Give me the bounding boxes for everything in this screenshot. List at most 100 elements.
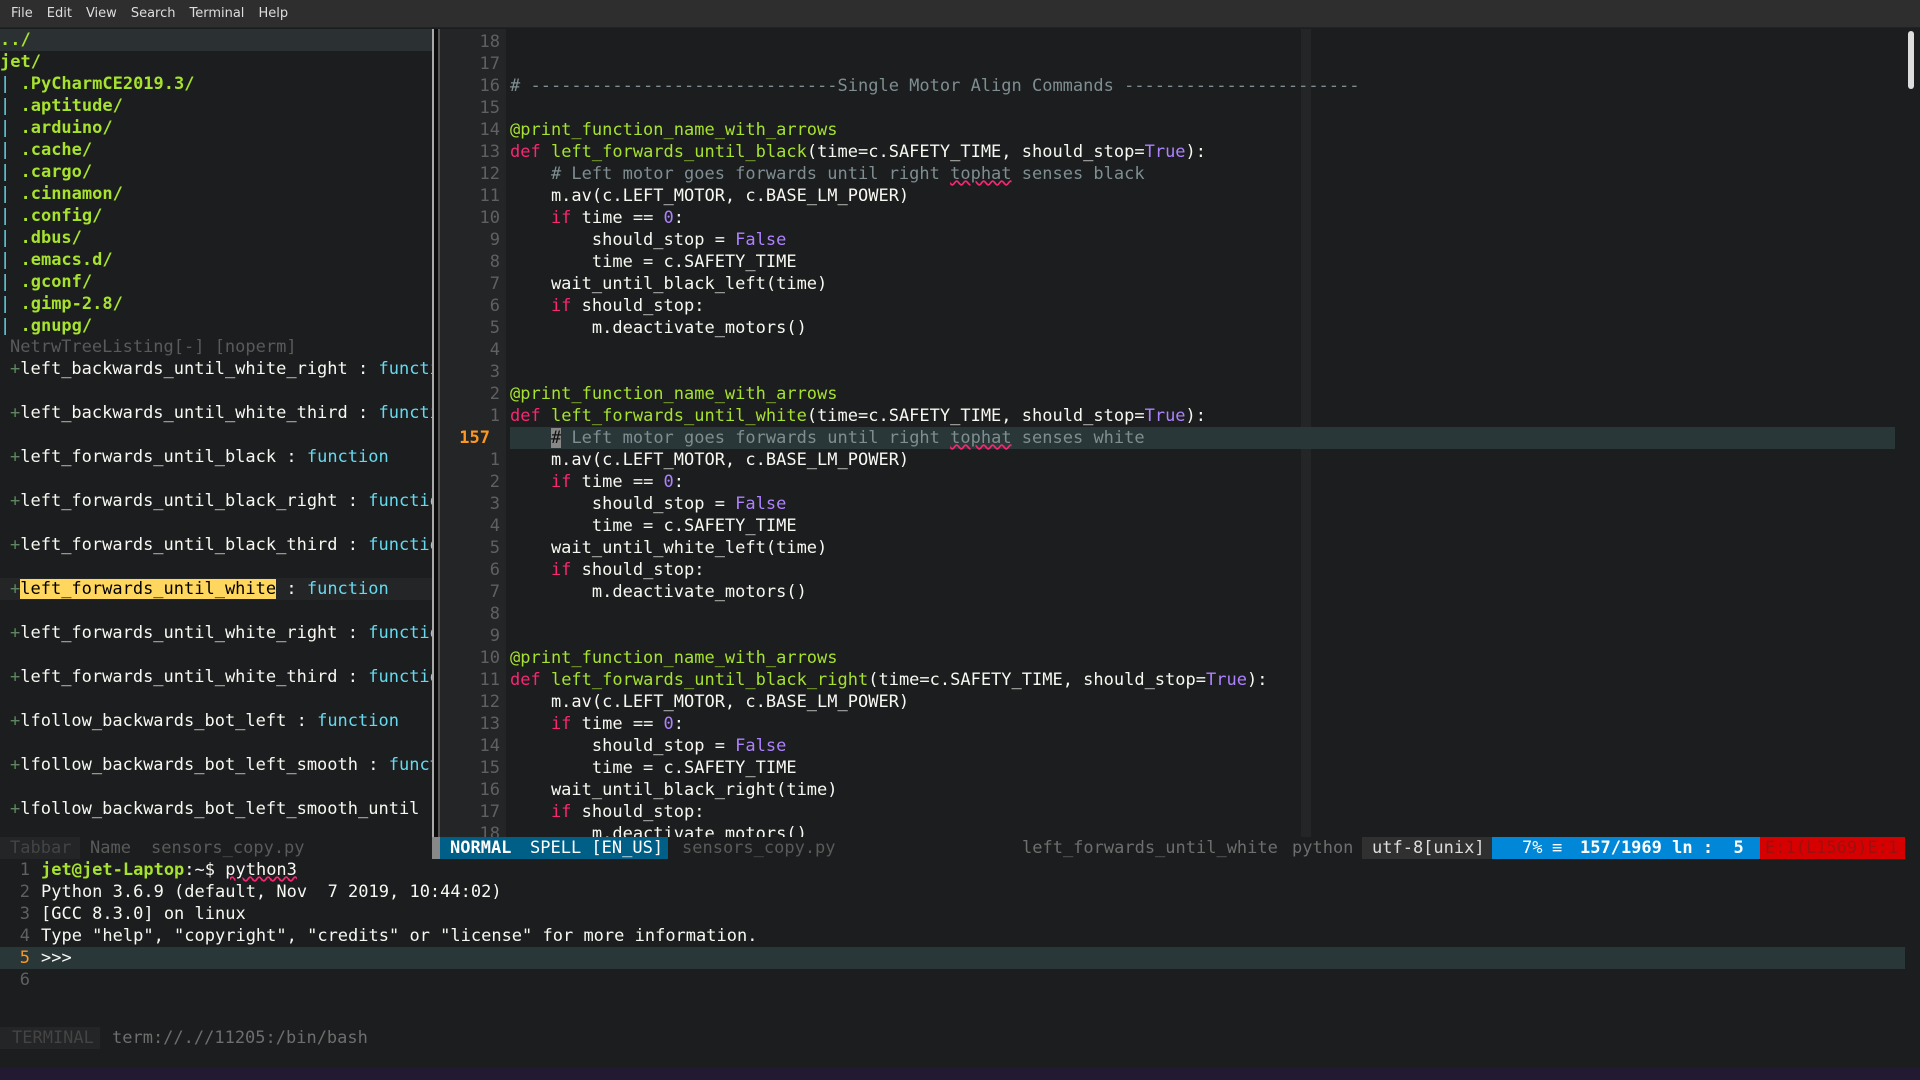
code-token: # ------------------------------Single M… [510,76,1360,96]
line-number: 16 [479,76,500,96]
menu-view[interactable]: View [79,6,124,21]
editor-scrollbar-thumb[interactable] [1908,31,1914,89]
code-line[interactable]: should_stop = False [510,493,1895,515]
menu-terminal[interactable]: Terminal [182,6,251,21]
line-number: 14 [479,736,500,756]
tree-item[interactable]: | .gnupg/ [0,315,432,337]
tree-item[interactable]: | .cargo/ [0,161,432,183]
code-line[interactable] [510,31,1895,53]
tagbar-item[interactable]: +lfollow_backwards_bot_left_smooth_until… [0,798,432,820]
code-line[interactable]: if time == 0: [510,207,1895,229]
error-indicator[interactable]: E:1(L1569)E:1 [1760,837,1905,859]
tagbar-item[interactable]: +left_forwards_until_white : function [0,578,432,600]
tagbar-item[interactable]: +left_forwards_until_white_right : funct… [0,622,432,644]
tagbar-item[interactable]: +left_forwards_until_white_third : funct… [0,666,432,688]
tree-item[interactable]: | .arduino/ [0,117,432,139]
tree-item-label: .cache/ [20,140,93,160]
code-line[interactable] [510,339,1895,361]
tag-expand-icon: + [10,579,21,599]
code-line[interactable]: m.av(c.LEFT_MOTOR, c.BASE_LM_POWER) [510,691,1895,713]
tree-item-label: .aptitude/ [20,96,123,116]
tree-item[interactable]: | .cache/ [0,139,432,161]
code-line[interactable]: if time == 0: [510,713,1895,735]
scroll-percent: 7% [1522,838,1543,858]
code-line[interactable]: m.deactivate_motors() [510,317,1895,339]
tree-item[interactable]: | .gimp-2.8/ [0,293,432,315]
code-line[interactable]: def left_forwards_until_black(time=c.SAF… [510,141,1895,163]
code-line[interactable]: if should_stop: [510,801,1895,823]
tagbar-label: Tabbar [0,837,80,859]
line-number: 7 [489,582,500,602]
menu-file[interactable]: File [4,6,40,21]
vertical-split-divider[interactable] [432,29,440,837]
code-line[interactable]: m.av(c.LEFT_MOTOR, c.BASE_LM_POWER) [510,185,1895,207]
tagbar-item[interactable]: +left_backwards_until_white_third : func… [0,402,432,424]
tree-item[interactable]: | .cinnamon/ [0,183,432,205]
code-line[interactable]: # Left motor goes forwards until right t… [510,163,1895,185]
tree-item[interactable]: | .aptitude/ [0,95,432,117]
code-line[interactable]: def left_forwards_until_white(time=c.SAF… [510,405,1895,427]
tagbar-item[interactable]: +left_forwards_until_black_right : funct… [0,490,432,512]
code-line[interactable]: m.deactivate_motors() [510,581,1895,603]
line-number: 157 [459,428,490,448]
code-line[interactable] [510,625,1895,647]
code-line[interactable]: m.deactivate_motors() [510,823,1895,837]
code-line[interactable] [510,603,1895,625]
code-token: time == [571,208,664,228]
code-line[interactable]: @print_function_name_with_arrows [510,383,1895,405]
terminal-line-number: 1 [19,860,30,880]
tag-separator: : [276,447,307,467]
code-line[interactable]: wait_until_black_right(time) [510,779,1895,801]
code-editor[interactable]: 18 17 16 # ------------------------------Si… [440,29,1905,837]
code-line[interactable]: # ------------------------------Single M… [510,75,1895,97]
menu-search[interactable]: Search [124,6,183,21]
hamburger-icon: ≡ [1552,838,1563,858]
tagbar-item[interactable]: +left_backwards_until_white_right : func… [0,358,432,380]
menu-edit[interactable]: Edit [40,6,79,21]
code-token: wait_until_white_left(time) [510,538,828,558]
code-line[interactable]: # Left motor goes forwards until right t… [510,427,1895,449]
terminal-current-line [0,947,1905,969]
tree-item[interactable]: | .config/ [0,205,432,227]
code-line[interactable]: if time == 0: [510,471,1895,493]
tagbar-item[interactable]: +lfollow_backwards_bot_left_smooth : fun… [0,754,432,776]
code-line[interactable] [510,361,1895,383]
line-number: 4 [489,340,500,360]
tag-separator: : [276,579,307,599]
editor-scrollbar-track[interactable] [1908,29,1916,837]
code-line[interactable]: time = c.SAFETY_TIME [510,515,1895,537]
code-line[interactable]: def left_forwards_until_black_right(time… [510,669,1895,691]
tree-item-label: .cinnamon/ [20,184,123,204]
code-line[interactable]: if should_stop: [510,295,1895,317]
tree-indent-guide: | [0,206,21,226]
tree-item[interactable]: | .PyCharmCE2019.3/ [0,73,432,95]
code-line[interactable]: @print_function_name_with_arrows [510,647,1895,669]
code-token: time == [571,714,664,734]
code-line[interactable]: time = c.SAFETY_TIME [510,251,1895,273]
code-line[interactable]: @print_function_name_with_arrows [510,119,1895,141]
tree-item[interactable]: ../ [0,29,432,51]
code-token: m.deactivate_motors() [510,582,807,602]
code-line[interactable]: time = c.SAFETY_TIME [510,757,1895,779]
code-line[interactable]: should_stop = False [510,229,1895,251]
tree-item[interactable]: | .gconf/ [0,271,432,293]
code-line[interactable]: should_stop = False [510,735,1895,757]
terminal-pane[interactable]: 1 2 3 4 5 6 jet@jet-Laptop:~$ python3 Python 3.… [0,859,1905,1035]
tree-item[interactable]: | .emacs.d/ [0,249,432,271]
code-line[interactable]: wait_until_white_left(time) [510,537,1895,559]
tag-separator: : [337,667,369,687]
tree-item[interactable]: | .dbus/ [0,227,432,249]
menu-help[interactable]: Help [251,6,295,21]
tree-item[interactable]: jet/ [0,51,432,73]
line-number: 8 [489,252,500,272]
tag-separator: : [337,535,369,555]
tagbar-item[interactable]: +left_forwards_until_black_third : funct… [0,534,432,556]
code-line[interactable] [510,53,1895,75]
code-line[interactable] [510,97,1895,119]
tagbar-item[interactable]: +left_forwards_until_black : function [0,446,432,468]
code-line[interactable]: if should_stop: [510,559,1895,581]
code-line[interactable]: wait_until_black_left(time) [510,273,1895,295]
tagbar-item[interactable]: +lfollow_backwards_bot_left : function [0,710,432,732]
code-line[interactable]: m.av(c.LEFT_MOTOR, c.BASE_LM_POWER) [510,449,1895,471]
line-number: 11 [479,670,500,690]
